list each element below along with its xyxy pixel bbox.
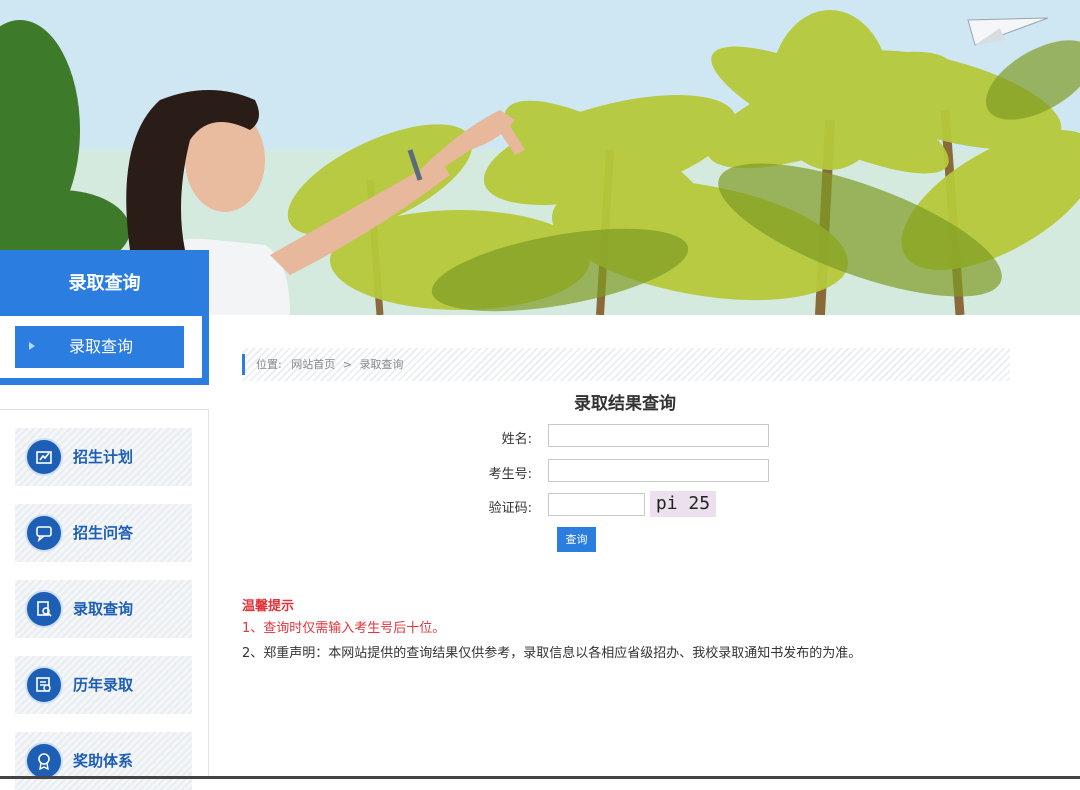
menu-item-label: 历年录取 (73, 676, 134, 694)
menu-item-admission-query[interactable]: 录取查询 (15, 580, 192, 638)
menu-item-enrollment-qa[interactable]: 招生问答 (15, 504, 192, 562)
menu-item-label: 奖助体系 (73, 752, 134, 770)
menu-item-aid-system[interactable]: 奖助体系 (15, 732, 192, 790)
qa-icon (25, 514, 63, 552)
award-icon (25, 742, 63, 780)
menu-item-label: 招生计划 (73, 448, 134, 466)
history-icon (25, 666, 63, 704)
breadcrumb-current: 录取查询 (359, 358, 404, 371)
breadcrumb-separator: > (342, 358, 352, 371)
triangle-right-icon (29, 342, 35, 350)
captcha-label: 验证码: (488, 501, 532, 516)
tips-title: 温馨提示 (242, 599, 295, 614)
menu-item-enrollment-plan[interactable]: 招生计划 (15, 428, 192, 486)
tip-line-2: 2、郑重声明：本网站提供的查询结果仅供参考，录取信息以各相应省级招办、我校录取通… (242, 646, 862, 661)
form-title: 录取结果查询 (574, 394, 676, 414)
captcha-image[interactable]: pi 25 (650, 491, 716, 517)
sidebar-item-admission-query[interactable]: 录取查询 (15, 326, 184, 368)
breadcrumb-home-link[interactable]: 网站首页 (291, 358, 335, 371)
breadcrumb: 位置: 网站首页 > 录取查询 (242, 348, 1010, 381)
tip-line-1: 1、查询时仅需输入考生号后十位。 (242, 621, 446, 636)
query-button[interactable]: 查询 (557, 527, 596, 552)
menu-item-history[interactable]: 历年录取 (15, 656, 192, 714)
name-input[interactable] (548, 424, 769, 447)
breadcrumb-text: 位置: 网站首页 > 录取查询 (256, 348, 403, 381)
sidebar-menu: 招生计划 招生问答 录取查询 历年录取 奖助体系 (0, 409, 209, 790)
menu-item-label: 录取查询 (73, 600, 134, 618)
sidebar-item-label: 录取查询 (69, 337, 134, 356)
sidebar-title: 录取查询 (68, 273, 141, 294)
menu-item-label: 招生问答 (73, 524, 134, 542)
plan-icon (25, 438, 63, 476)
search-doc-icon (25, 590, 63, 628)
exam-number-input[interactable] (548, 459, 769, 482)
name-label: 姓名: (501, 432, 532, 447)
captcha-input[interactable] (548, 493, 645, 516)
breadcrumb-prefix: 位置: (256, 358, 282, 371)
exam-number-label: 考生号: (488, 467, 532, 482)
breadcrumb-marker (242, 354, 245, 375)
